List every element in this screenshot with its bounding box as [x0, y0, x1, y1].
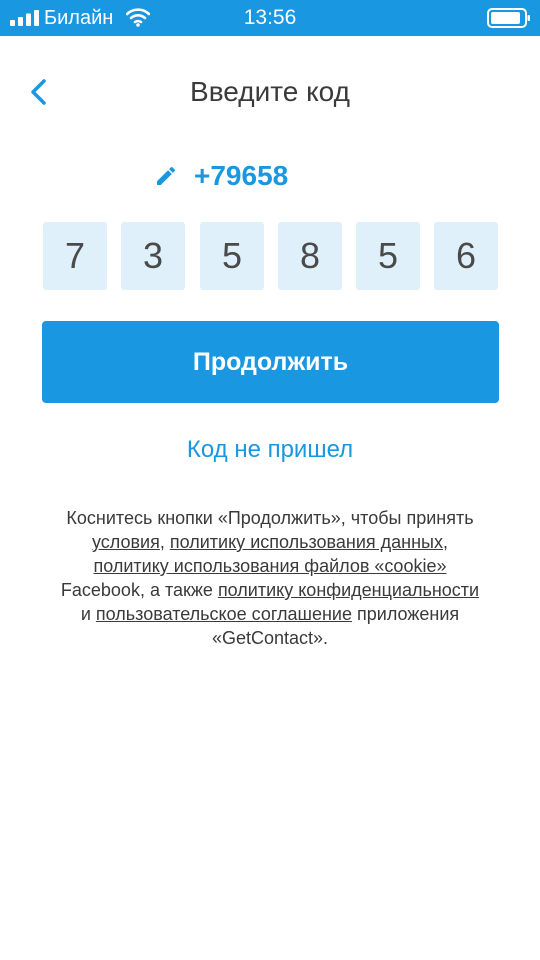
- terms-text-part: и: [80, 604, 96, 624]
- pencil-icon: [157, 166, 176, 185]
- terms-link[interactable]: условия: [92, 532, 160, 552]
- code-digit-box[interactable]: 3: [121, 222, 185, 290]
- cookie-policy-link[interactable]: политику использования файлов «cookie»: [94, 556, 447, 576]
- battery-icon: [487, 8, 530, 28]
- data-policy-link[interactable]: политику использования данных: [170, 532, 443, 552]
- edit-phone-button[interactable]: +79658: [150, 158, 410, 194]
- status-bar: Билайн 13:56: [0, 0, 540, 36]
- terms-separator: ,: [159, 532, 170, 552]
- page-title: Введите код: [190, 76, 350, 107]
- privacy-policy-link[interactable]: политику конфиденциальности: [218, 580, 479, 600]
- terms-separator: ,: [443, 532, 449, 552]
- code-digit-box[interactable]: 5: [356, 222, 420, 290]
- phone-number: +79658: [194, 160, 289, 191]
- code-digit-box[interactable]: 6: [434, 222, 498, 290]
- code-digit-box[interactable]: 8: [278, 222, 342, 290]
- user-agreement-link[interactable]: пользовательское соглашение: [96, 604, 352, 624]
- terms-text-part: Коснитесь кнопки «Продолжить», чтобы при…: [66, 508, 474, 528]
- terms-text-part: Facebook, а также: [60, 580, 218, 600]
- code-digit-box[interactable]: 7: [43, 222, 107, 290]
- terms-text: Коснитесь кнопки «Продолжить», чтобы при…: [60, 506, 480, 650]
- status-time: 13:56: [243, 6, 297, 29]
- continue-button[interactable]: Продолжить: [42, 321, 499, 403]
- code-digit-box[interactable]: 5: [200, 222, 264, 290]
- code-input[interactable]: 7 3 5 8 5 6: [43, 222, 499, 290]
- resend-code-link[interactable]: Код не пришел: [0, 434, 540, 466]
